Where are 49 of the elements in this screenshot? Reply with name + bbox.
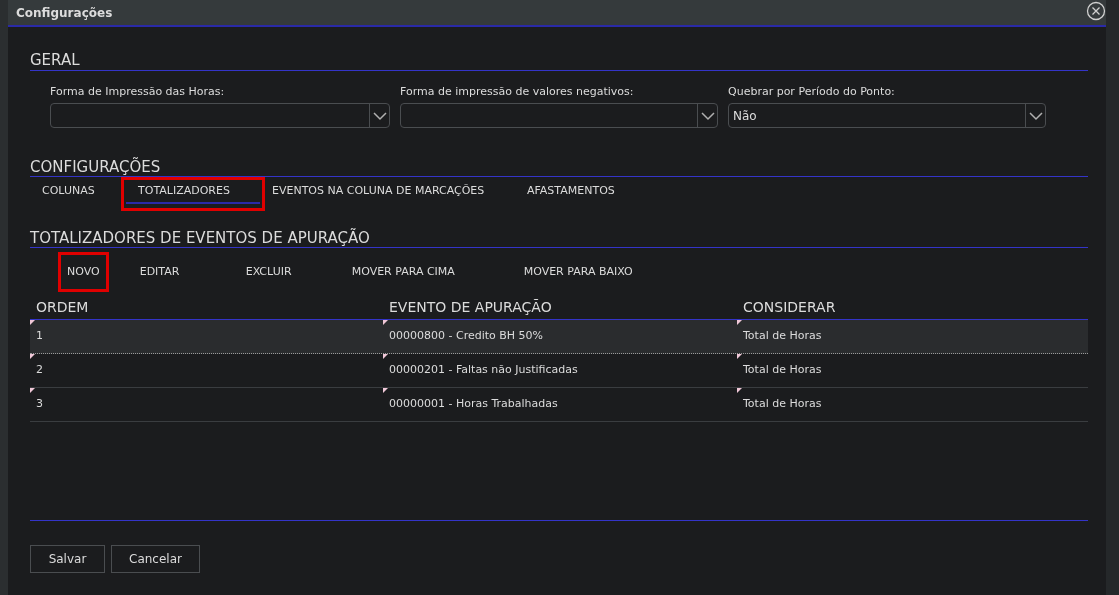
table-cell: 00000001 - Horas Trabalhadas [389, 396, 558, 413]
toolbar-button[interactable]: MOVER PARA BAIXO [517, 263, 658, 281]
dialog-button[interactable]: Salvar [30, 545, 105, 573]
section-title: GERAL [30, 51, 1088, 71]
section-title: CONFIGURAÇÕES [30, 158, 1088, 177]
table-row[interactable]: 2 00000201 - Faltas não Justificadas Total de Horas [30, 354, 1088, 388]
tab[interactable]: TOTALIZADORES [126, 181, 260, 204]
close-icon[interactable] [1086, 1, 1106, 21]
table-cell: 00000800 - Credito BH 50% [389, 328, 544, 345]
table-cell: 3 [36, 396, 43, 413]
field-label: Forma de Impressão das Horas: [50, 85, 226, 99]
field-label: Forma de impressão de valores negativos: [400, 85, 635, 99]
cell-marker-icon [737, 320, 742, 325]
section-title: TOTALIZADORES DE EVENTOS DE APURAÇÃO [30, 229, 1088, 248]
cell-marker-icon [383, 388, 388, 393]
table-cell: Total de Horas [743, 362, 822, 379]
dialog-button[interactable]: Cancelar [111, 545, 200, 573]
dropdown-field[interactable] [50, 103, 390, 128]
tab[interactable]: EVENTOS NA COLUNA DE MARCAÇÕES [260, 181, 515, 204]
tab[interactable]: COLUNAS [30, 181, 126, 204]
table-cell: Total de Horas [743, 328, 822, 345]
cell-marker-icon [383, 354, 388, 359]
table-cell: 1 [36, 328, 43, 345]
cell-marker-icon [383, 320, 388, 325]
table-cell: 00000201 - Faltas não Justificadas [389, 362, 578, 379]
toolbar-button[interactable]: EDITAR [133, 263, 240, 281]
window-title: Configurações [16, 4, 113, 22]
column-header: ORDEM [36, 298, 89, 315]
table-row[interactable]: 3 00000001 - Horas Trabalhadas Total de Horas [30, 388, 1088, 422]
cell-marker-icon [737, 388, 742, 393]
cell-marker-icon [30, 354, 35, 359]
column-header: EVENTO DE APURAÇÃO [389, 298, 552, 315]
cell-marker-icon [737, 354, 742, 359]
toolbar-button[interactable]: NOVO [61, 263, 106, 281]
dropdown-field[interactable] [400, 103, 718, 128]
chevron-down-icon [697, 104, 717, 127]
tab[interactable]: AFASTAMENTOS [515, 181, 627, 204]
toolbar-button[interactable]: MOVER PARA CIMA [345, 263, 518, 281]
table-cell: 2 [36, 362, 43, 379]
cell-marker-icon [30, 320, 35, 325]
table-row[interactable]: 1 00000800 - Credito BH 50% Total de Horas [30, 320, 1088, 354]
dropdown-field[interactable]: Não [728, 103, 1046, 128]
cell-marker-icon [30, 388, 35, 393]
field-label: Quebrar por Período do Ponto: [728, 85, 896, 99]
chevron-down-icon [1025, 104, 1045, 127]
column-header: CONSIDERAR [743, 298, 836, 315]
table-cell: Total de Horas [743, 396, 822, 413]
toolbar-button[interactable]: EXCLUIR [239, 263, 346, 281]
chevron-down-icon [369, 104, 389, 127]
